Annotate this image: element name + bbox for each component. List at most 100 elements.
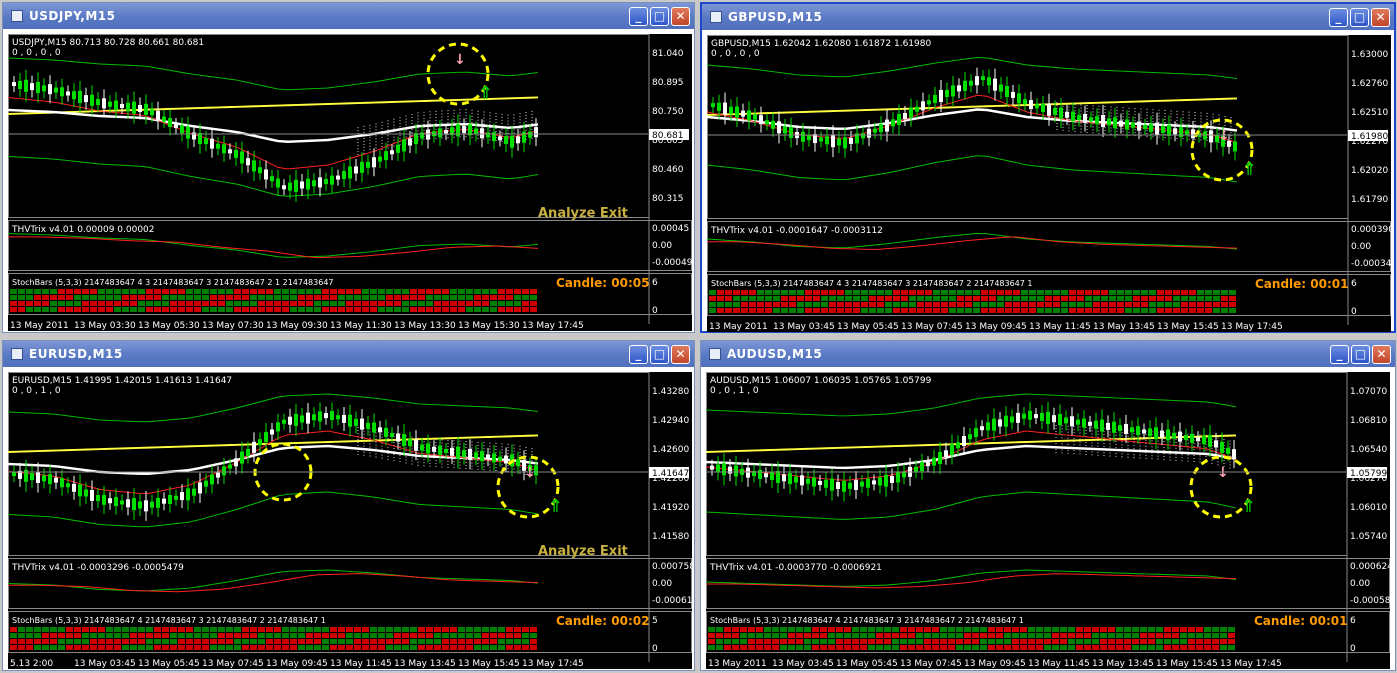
window-titlebar[interactable]: EURUSD,M15 _ □ ✕ [3, 341, 694, 367]
trix-tick-label: -0.00061 [652, 596, 692, 606]
candle-body [1028, 410, 1032, 420]
stoch-bar-cell [1156, 627, 1163, 632]
candle-body [789, 126, 793, 138]
stoch-bar-cell [418, 301, 425, 306]
usdjpy-chart-window[interactable]: USDJPY,M15 _ □ ✕ ↓ ⇑ 81.040 80.895 80.750 80.… [2, 2, 695, 333]
stoch-bar-cell [82, 301, 89, 306]
stoch-bar-cell [218, 289, 225, 294]
stoch-bar-cell [1228, 639, 1235, 644]
stoch-bar-cell [426, 639, 433, 644]
candle-body [800, 475, 804, 486]
stoch-bar-cell [298, 633, 305, 638]
stoch-bar-cell [226, 307, 233, 312]
stoch-bar-cell [965, 290, 972, 295]
candle-body [84, 489, 88, 497]
stoch-title: StochBars (5,3,3) 2147483647 4 214748364… [710, 616, 1024, 625]
stoch-bar-cell [1036, 633, 1043, 638]
candle-body [444, 448, 448, 453]
candle-body [1011, 91, 1015, 98]
stoch-bar-cell [1069, 302, 1076, 307]
candle-body [486, 132, 490, 138]
minimize-icon[interactable]: _ [629, 345, 648, 364]
stoch-bar-cell [426, 301, 433, 306]
stoch-bar-cell [250, 639, 257, 644]
candle-body [114, 100, 118, 110]
candle-body [462, 450, 466, 458]
stoch-bar-cell [218, 627, 225, 632]
stoch-bar-cell [226, 627, 233, 632]
stoch-bar-cell [506, 289, 513, 294]
stoch-bar-cell [781, 302, 788, 307]
candle-body [849, 137, 853, 144]
candle-body [282, 185, 286, 190]
stoch-bar-cell [18, 301, 25, 306]
stoch-bar-cell [98, 289, 105, 294]
price-tick-label: 1.42940 [652, 416, 689, 426]
chart-area[interactable]: ↓ ⇑ 1.43280 1.42940 1.42600 1.42260 1.41920 1.4… [8, 372, 692, 669]
window-titlebar[interactable]: USDJPY,M15 _ □ ✕ [3, 3, 694, 29]
candle-body [957, 85, 961, 92]
stoch-bar-cell [725, 296, 732, 301]
stoch-bar-cell [1141, 308, 1148, 313]
eurusd-chart-window[interactable]: EURUSD,M15 _ □ ✕ ↓ ⇑ 1.43280 1.42940 1.42600… [2, 340, 695, 671]
maximize-icon[interactable]: □ [650, 7, 669, 26]
gbpusd-chart-window[interactable]: GBPUSD,M15 _ □ ✕ ↓ ⇑ 1.63000 1.62760 1.62510… [700, 2, 1396, 333]
stoch-bar-cell [1060, 627, 1067, 632]
maximize-icon[interactable]: □ [1350, 8, 1369, 27]
candle-body [426, 129, 430, 140]
stoch-bar-cell [490, 639, 497, 644]
stoch-bar-cell [82, 645, 89, 650]
stoch-bar-cell [234, 301, 241, 306]
stoch-bar-cell [732, 639, 739, 644]
minimize-icon[interactable]: _ [1330, 345, 1349, 364]
close-icon[interactable]: ✕ [671, 345, 690, 364]
stoch-bar-cell [780, 627, 787, 632]
stoch-bar-cell [386, 639, 393, 644]
chart-area[interactable]: ↓ ⇑ 1.07070 1.06810 1.06540 1.06270 1.06010 1.0… [706, 372, 1390, 669]
minimize-icon[interactable]: _ [629, 7, 648, 26]
stoch-bar-cell [948, 627, 955, 632]
stoch-bar-cell [218, 301, 225, 306]
stoch-bar-cell [772, 633, 779, 638]
chart-area[interactable]: ↓ ⇑ 81.040 80.895 80.750 80.605 80.460 80.315 80… [8, 34, 692, 331]
stoch-bar-cell [378, 301, 385, 306]
stoch-bar-cell [314, 639, 321, 644]
candle-body [534, 127, 538, 138]
trix-tick-label: 0.00 [1350, 579, 1370, 589]
stoch-bar-cell [346, 633, 353, 638]
stoch-bar-cell [748, 627, 755, 632]
stoch-bar-cell [861, 308, 868, 313]
stoch-bar-cell [338, 301, 345, 306]
candle-body [498, 136, 502, 141]
close-icon[interactable]: ✕ [1372, 345, 1391, 364]
candle-body [998, 419, 1002, 427]
stoch-bar-cell [1180, 627, 1187, 632]
down-arrow-icon: ↓ [524, 465, 536, 481]
window-titlebar[interactable]: GBPUSD,M15 _ □ ✕ [702, 4, 1394, 30]
stoch-bar-cell [972, 633, 979, 638]
stoch-bar-cell [354, 301, 361, 306]
stoch-bar-cell [322, 639, 329, 644]
maximize-icon[interactable]: □ [650, 345, 669, 364]
candle-body [324, 413, 328, 419]
stoch-bar-cell [170, 633, 177, 638]
minimize-icon[interactable]: _ [1329, 8, 1348, 27]
candle-body [54, 87, 58, 93]
candle-body [1046, 411, 1050, 424]
close-icon[interactable]: ✕ [1371, 8, 1390, 27]
stoch-bar-cell [42, 627, 49, 632]
chart-area[interactable]: ↓ ⇑ 1.63000 1.62760 1.62510 1.62270 1.62020 1.6… [707, 35, 1391, 332]
stoch-bar-cell [1221, 290, 1228, 295]
stoch-bar-cell [1165, 290, 1172, 295]
stoch-bar-cell [941, 308, 948, 313]
stoch-bar-cell [10, 627, 17, 632]
close-icon[interactable]: ✕ [671, 7, 690, 26]
audusd-chart-window[interactable]: AUDUSD,M15 _ □ ✕ ↓ ⇑ 1.07070 1.06810 1.06540… [700, 340, 1396, 671]
window-titlebar[interactable]: AUDUSD,M15 _ □ ✕ [701, 341, 1395, 367]
stoch-bar-cell [765, 302, 772, 307]
stoch-bar-cell [458, 627, 465, 632]
maximize-icon[interactable]: □ [1351, 345, 1370, 364]
stoch-bar-cell [1133, 302, 1140, 307]
chart-info-sub: 0 , 0 , 1 , 0 [12, 386, 61, 396]
time-axis-label: 13 May 17:45 [1220, 659, 1282, 669]
